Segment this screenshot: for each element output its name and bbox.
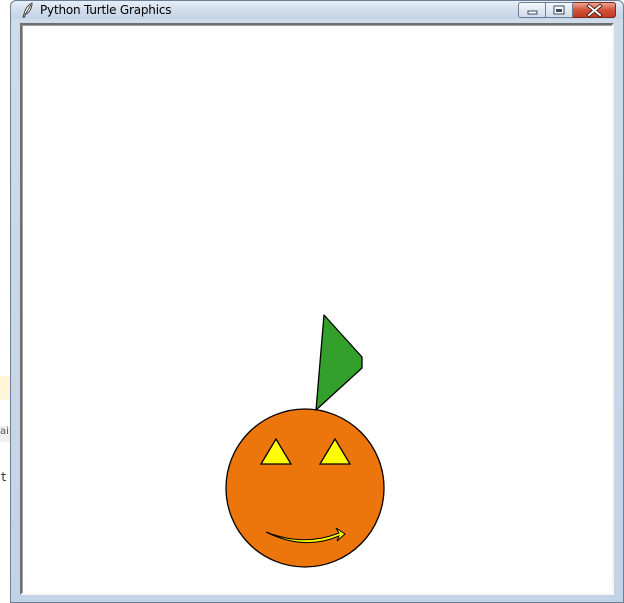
pumpkin-body-shape xyxy=(225,408,385,568)
close-icon xyxy=(586,3,603,17)
minimize-button[interactable] xyxy=(518,2,546,18)
minimize-icon xyxy=(527,10,538,15)
maximize-button[interactable] xyxy=(546,2,573,18)
turtle-canvas-frame xyxy=(20,23,614,595)
window-title: Python Turtle Graphics xyxy=(40,3,172,17)
pumpkin-stem-shape xyxy=(315,314,363,411)
turtle-drawing xyxy=(225,314,385,568)
title-bar[interactable]: Python Turtle Graphics xyxy=(11,1,623,19)
turtle-canvas[interactable] xyxy=(22,25,612,593)
close-button[interactable] xyxy=(573,2,616,18)
feather-icon[interactable] xyxy=(20,2,36,18)
turtle-graphics-window[interactable]: Python Turtle Graphics xyxy=(10,0,624,603)
restore-icon xyxy=(553,5,565,15)
